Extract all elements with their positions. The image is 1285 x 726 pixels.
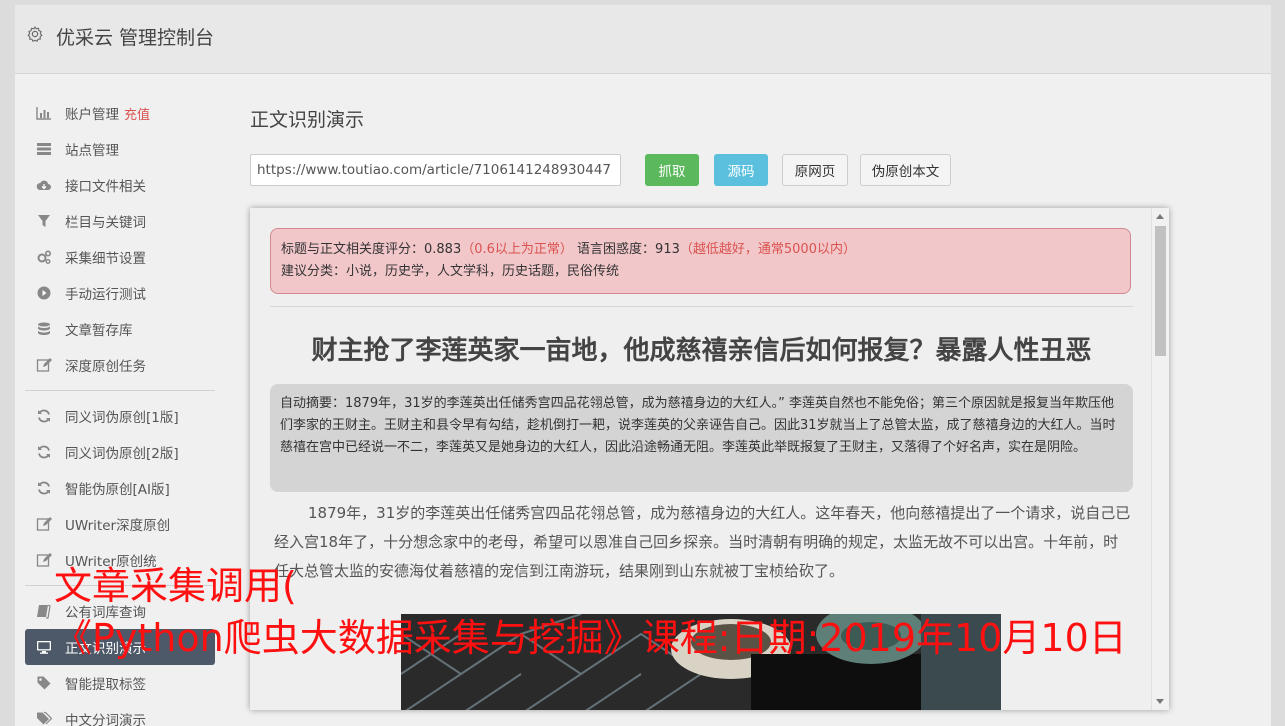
edit-icon	[36, 357, 54, 373]
sidebar-item-article-store[interactable]: 文章暂存库	[25, 311, 215, 347]
sidebar-item-text-recognition[interactable]: 正文识别演示	[25, 629, 215, 665]
sidebar-item-label: 智能伪原创[AI版]	[65, 482, 170, 498]
article-body: 1879年，31岁的李莲英出任储秀宫四品花翎总管，成为慈禧身边的大红人。这年春天…	[274, 504, 1131, 580]
sidebar-item-label: 栏目与关键词	[65, 215, 146, 231]
app-title: 优采云 管理控制台	[56, 27, 215, 49]
book-icon	[36, 603, 54, 619]
relevance-hint: （0.6以上为正常）	[461, 242, 573, 257]
perplexity-hint: （越低越好，通常5000以内）	[679, 242, 856, 257]
sidebar-item-uwriter-deep[interactable]: UWriter深度原创	[25, 506, 215, 542]
category-suggestion: 建议分类：小说，历史学，人文学科，历史话题，民俗传统	[281, 264, 620, 279]
sidebar-item-label: UWriter原创统	[65, 554, 157, 570]
sidebar-item-label: 文章暂存库	[65, 323, 133, 339]
sidebar-item-smart-tags[interactable]: 智能提取标签	[25, 665, 215, 701]
sidebar-item-collect-settings[interactable]: 采集细节设置	[25, 239, 215, 275]
gear-icon	[27, 26, 43, 42]
divider	[270, 306, 1133, 307]
sidebar-item-label: 手动运行测试	[65, 287, 146, 303]
sidebar-item-label: 同义词伪原创[2版]	[65, 446, 179, 462]
sidebar-item-manual-run[interactable]: 手动运行测试	[25, 275, 215, 311]
sidebar-item-uwriter-original[interactable]: UWriter原创统	[25, 542, 215, 578]
sidebar-item-label: 接口文件相关	[65, 179, 146, 195]
gears-icon	[36, 249, 54, 265]
article-image	[401, 614, 1001, 710]
perplexity-score: 语言困惑度：913	[577, 242, 680, 257]
refresh-icon	[36, 480, 54, 496]
sidebar-item-synonym-v1[interactable]: 同义词伪原创[1版]	[25, 398, 215, 434]
top-header: 优采云 管理控制台	[15, 5, 1271, 74]
relevance-line: 标题与正文相关度评分：0.883（0.6以上为正常） 语言困惑度：913（越低越…	[281, 239, 1120, 261]
rewrite-article-button[interactable]: 伪原创本文	[860, 154, 951, 186]
filter-icon	[36, 213, 54, 229]
sidebar-divider	[25, 390, 215, 391]
auto-summary: 自动摘要：1879年，31岁的李莲英出任储秀宫四品花翎总管，成为慈禧身边的大红人…	[270, 384, 1133, 492]
database-icon	[36, 321, 54, 337]
tags-icon	[36, 711, 54, 726]
sidebar-item-label: 中文分词演示	[65, 713, 146, 726]
analysis-alert: 标题与正文相关度评分：0.883（0.6以上为正常） 语言困惑度：913（越低越…	[270, 228, 1131, 294]
sidebar-item-account[interactable]: 账户管理 充值	[25, 95, 215, 131]
sidebar-item-label: 采集细节设置	[65, 251, 146, 267]
edit-icon	[36, 516, 54, 532]
recharge-link[interactable]: 充值	[124, 104, 150, 123]
console-window: 优采云 管理控制台 账户管理 充值 站点管理 接口文件相关 栏目与关键词 采集细…	[15, 5, 1271, 726]
original-page-button[interactable]: 原网页	[782, 154, 848, 186]
sidebar-item-api-files[interactable]: 接口文件相关	[25, 167, 215, 203]
sidebar-item-sites[interactable]: 站点管理	[25, 131, 215, 167]
url-input[interactable]	[250, 154, 621, 186]
server-icon	[36, 141, 54, 157]
sidebar-divider	[25, 585, 215, 586]
sidebar-item-label: 正文识别演示	[65, 641, 146, 657]
source-button[interactable]: 源码	[714, 154, 768, 186]
bar-chart-icon	[36, 105, 54, 121]
edit-icon	[36, 552, 54, 568]
sidebar-item-word-seg[interactable]: 中文分词演示	[25, 701, 215, 726]
sidebar-item-label: 公有词库查询	[65, 605, 146, 621]
scroll-down-icon[interactable]	[1156, 699, 1164, 704]
sidebar-item-columns-keywords[interactable]: 栏目与关键词	[25, 203, 215, 239]
sidebar-item-label: 同义词伪原创[1版]	[65, 410, 179, 426]
sidebar-item-label: 深度原创任务	[65, 359, 146, 375]
play-circle-icon	[36, 285, 54, 301]
sidebar-item-label: 账户管理	[65, 107, 119, 123]
fetch-button[interactable]: 抓取	[645, 154, 699, 186]
cloud-download-icon	[36, 177, 54, 193]
sidebar-item-label: UWriter深度原创	[65, 518, 171, 534]
sidebar-item-label: 站点管理	[65, 143, 119, 159]
scroll-up-icon[interactable]	[1156, 214, 1164, 219]
relevance-score: 标题与正文相关度评分：0.883	[281, 242, 462, 257]
desktop-icon	[36, 639, 54, 655]
sidebar-item-label: 智能提取标签	[65, 677, 146, 693]
preview-panel: 标题与正文相关度评分：0.883（0.6以上为正常） 语言困惑度：913（越低越…	[250, 208, 1169, 710]
refresh-icon	[36, 408, 54, 424]
sidebar-item-ai-rewrite[interactable]: 智能伪原创[AI版]	[25, 470, 215, 506]
sidebar-nav: 账户管理 充值 站点管理 接口文件相关 栏目与关键词 采集细节设置 手动运行测试…	[25, 95, 215, 726]
article-title: 财主抢了李莲英家一亩地，他成慈禧亲信后如何报复？暴露人性丑恶	[311, 336, 1092, 366]
refresh-icon	[36, 444, 54, 460]
tag-icon	[36, 675, 54, 691]
sidebar-item-deep-original-task[interactable]: 深度原创任务	[25, 347, 215, 383]
panel-scrollbar[interactable]	[1151, 208, 1169, 710]
sidebar-item-synonym-v2[interactable]: 同义词伪原创[2版]	[25, 434, 215, 470]
scroll-thumb[interactable]	[1155, 226, 1166, 356]
page-title: 正文识别演示	[250, 109, 365, 131]
sidebar-item-public-lexicon[interactable]: 公有词库查询	[25, 593, 215, 629]
